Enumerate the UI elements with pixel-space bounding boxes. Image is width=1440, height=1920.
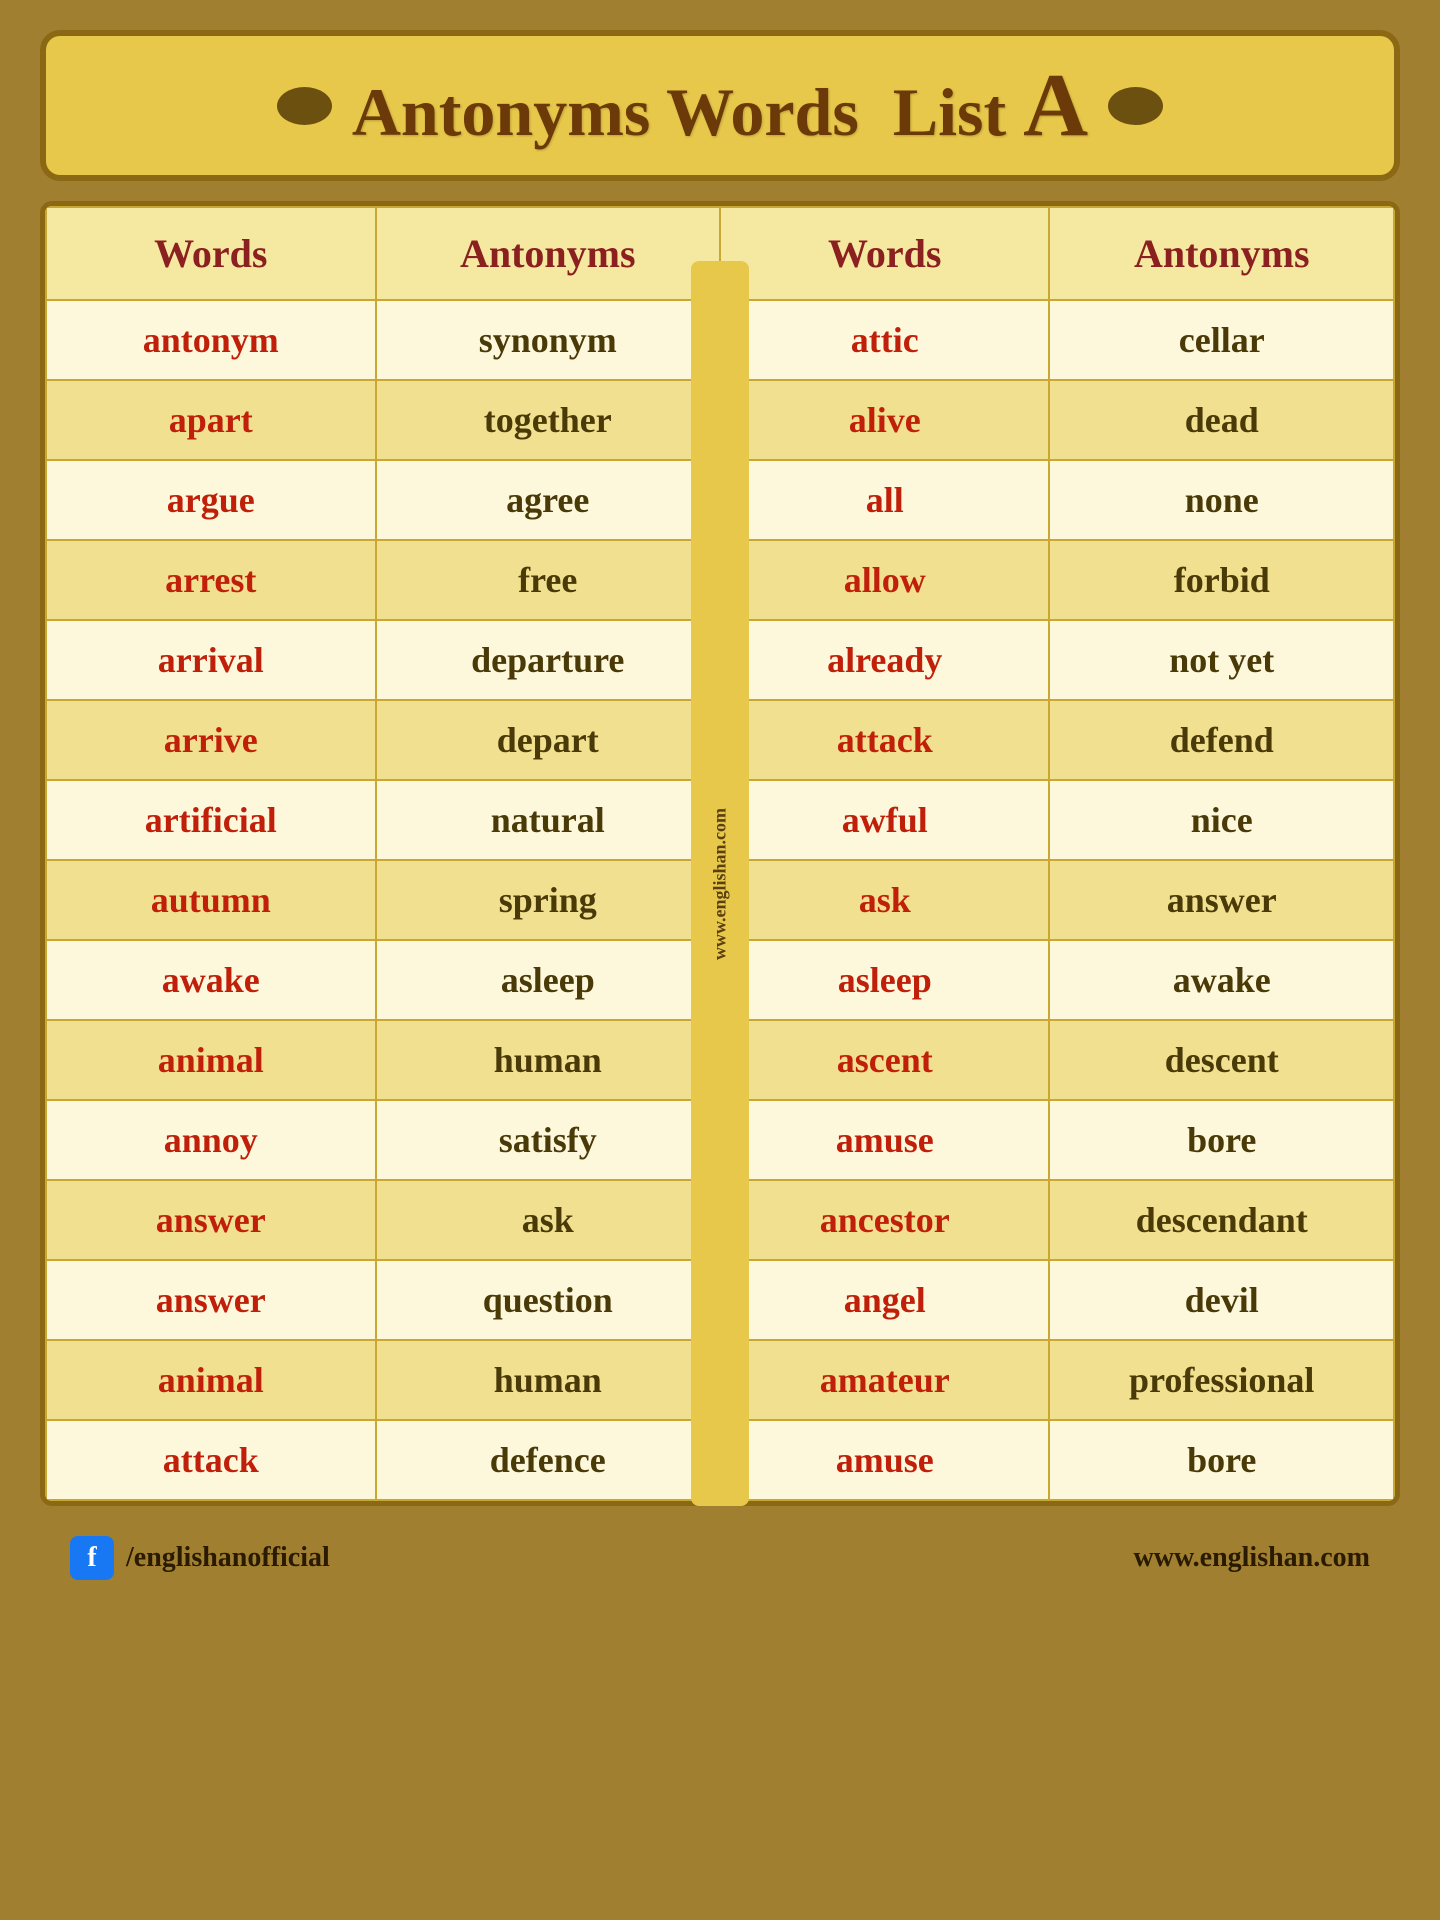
col-header-antonyms1: Antonyms	[376, 207, 720, 300]
page-header: Antonyms Words List A	[40, 30, 1400, 181]
table-row: animalhumanamateurprofessional	[46, 1340, 1394, 1420]
header-oval-left	[277, 87, 332, 125]
word-cell-left: argue	[46, 460, 376, 540]
antonym-cell-left: spring	[376, 860, 720, 940]
table-row: attackdefenceamusebore	[46, 1420, 1394, 1500]
antonym-cell-left: ask	[376, 1180, 720, 1260]
word-cell-right: angel	[720, 1260, 1050, 1340]
word-cell-left: apart	[46, 380, 376, 460]
facebook-icon: f	[70, 1536, 114, 1580]
col-header-words1: Words	[46, 207, 376, 300]
antonym-cell-left: natural	[376, 780, 720, 860]
word-cell-left: antonym	[46, 300, 376, 380]
word-cell-left: awake	[46, 940, 376, 1020]
table-container: Words Antonyms Words Antonyms antonymsyn…	[40, 201, 1400, 1506]
word-cell-right: asleep	[720, 940, 1050, 1020]
table-row: antonymsynonymatticcellar	[46, 300, 1394, 380]
antonym-cell-left: together	[376, 380, 720, 460]
header-title: Antonyms Words List A	[352, 54, 1088, 157]
antonym-cell-right: nice	[1049, 780, 1394, 860]
antonym-cell-left: depart	[376, 700, 720, 780]
table-row: arrivaldeparturealreadynot yet	[46, 620, 1394, 700]
social-handle: /englishanofficial	[126, 1542, 330, 1574]
table-header-row: Words Antonyms Words Antonyms	[46, 207, 1394, 300]
word-cell-left: annoy	[46, 1100, 376, 1180]
word-cell-left: animal	[46, 1340, 376, 1420]
word-cell-left: arrival	[46, 620, 376, 700]
page-footer: f /englishanofficial www.englishan.com	[40, 1521, 1400, 1595]
antonym-cell-left: defence	[376, 1420, 720, 1500]
word-cell-right: attack	[720, 700, 1050, 780]
antonym-cell-right: bore	[1049, 1100, 1394, 1180]
antonym-cell-right: not yet	[1049, 620, 1394, 700]
antonym-cell-left: human	[376, 1020, 720, 1100]
word-cell-left: autumn	[46, 860, 376, 940]
table-row: arrivedepartattackdefend	[46, 700, 1394, 780]
antonym-cell-right: devil	[1049, 1260, 1394, 1340]
word-cell-left: animal	[46, 1020, 376, 1100]
col-header-words2: Words	[720, 207, 1050, 300]
antonym-cell-right: bore	[1049, 1420, 1394, 1500]
word-cell-right: already	[720, 620, 1050, 700]
footer-website: www.englishan.com	[1134, 1542, 1370, 1574]
antonym-cell-right: defend	[1049, 700, 1394, 780]
antonym-cell-left: synonym	[376, 300, 720, 380]
table-row: artificialnaturalawfulnice	[46, 780, 1394, 860]
footer-social: f /englishanofficial	[70, 1536, 330, 1580]
word-cell-right: amuse	[720, 1420, 1050, 1500]
word-cell-left: arrest	[46, 540, 376, 620]
word-cell-right: attic	[720, 300, 1050, 380]
word-cell-right: allow	[720, 540, 1050, 620]
table-row: answerquestionangeldevil	[46, 1260, 1394, 1340]
header-oval-right	[1108, 87, 1163, 125]
word-cell-left: answer	[46, 1260, 376, 1340]
word-cell-right: amuse	[720, 1100, 1050, 1180]
table-row: annoysatisfyamusebore	[46, 1100, 1394, 1180]
word-cell-right: ancestor	[720, 1180, 1050, 1260]
antonym-cell-left: question	[376, 1260, 720, 1340]
table-row: autumnspringaskanswer	[46, 860, 1394, 940]
antonym-cell-right: answer	[1049, 860, 1394, 940]
antonym-cell-right: cellar	[1049, 300, 1394, 380]
word-cell-right: ask	[720, 860, 1050, 940]
word-cell-left: artificial	[46, 780, 376, 860]
table-row: animalhumanascentdescent	[46, 1020, 1394, 1100]
antonym-cell-right: none	[1049, 460, 1394, 540]
word-cell-left: attack	[46, 1420, 376, 1500]
word-cell-right: awful	[720, 780, 1050, 860]
table-wrapper: www.englishan.com Words Antonyms Words A…	[40, 201, 1400, 1506]
antonym-cell-left: departure	[376, 620, 720, 700]
word-cell-right: amateur	[720, 1340, 1050, 1420]
antonym-cell-left: human	[376, 1340, 720, 1420]
antonym-cell-right: dead	[1049, 380, 1394, 460]
antonym-cell-right: descent	[1049, 1020, 1394, 1100]
table-row: answeraskancestordescendant	[46, 1180, 1394, 1260]
word-cell-left: answer	[46, 1180, 376, 1260]
antonym-cell-right: professional	[1049, 1340, 1394, 1420]
antonym-cell-right: awake	[1049, 940, 1394, 1020]
antonym-cell-left: satisfy	[376, 1100, 720, 1180]
table-row: arrestfreeallowforbid	[46, 540, 1394, 620]
antonym-cell-right: descendant	[1049, 1180, 1394, 1260]
table-row: aparttogetheralivedead	[46, 380, 1394, 460]
antonym-cell-right: forbid	[1049, 540, 1394, 620]
antonym-cell-left: free	[376, 540, 720, 620]
col-header-antonyms2: Antonyms	[1049, 207, 1394, 300]
table-row: argueagreeallnone	[46, 460, 1394, 540]
antonym-cell-left: asleep	[376, 940, 720, 1020]
word-cell-right: alive	[720, 380, 1050, 460]
word-cell-left: arrive	[46, 700, 376, 780]
table-row: awakeasleepasleepawake	[46, 940, 1394, 1020]
word-cell-right: ascent	[720, 1020, 1050, 1100]
antonym-cell-left: agree	[376, 460, 720, 540]
antonyms-table: Words Antonyms Words Antonyms antonymsyn…	[45, 206, 1395, 1501]
word-cell-right: all	[720, 460, 1050, 540]
